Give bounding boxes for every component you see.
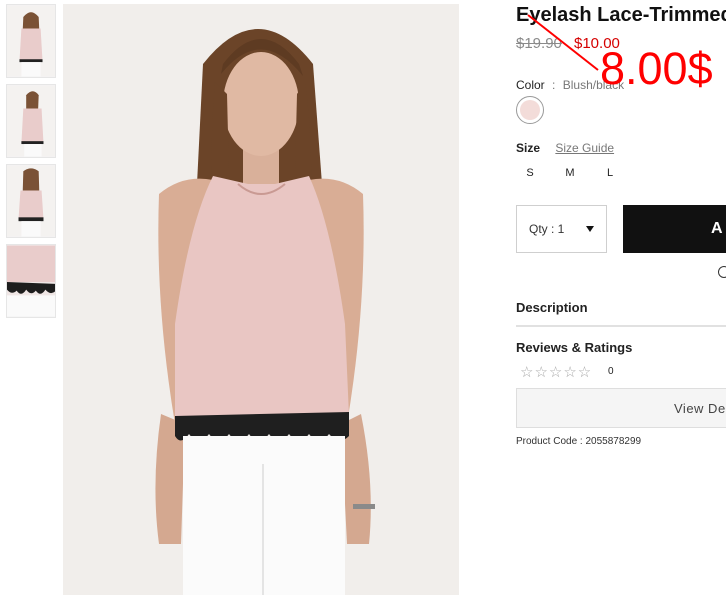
product-info-panel: Eyelash Lace-Trimmed $19.90 $10.00 Color… xyxy=(516,0,726,595)
product-model-photo xyxy=(63,4,459,595)
review-count: 0 xyxy=(608,366,614,377)
description-heading[interactable]: Description xyxy=(516,300,588,315)
product-title: Eyelash Lace-Trimmed xyxy=(516,4,726,26)
product-back-thumbnail[interactable] xyxy=(6,164,56,238)
product-side-thumbnail-image xyxy=(7,85,55,157)
product-lace-detail-thumbnail[interactable] xyxy=(6,244,56,318)
chevron-down-icon xyxy=(586,226,594,232)
quantity-value: Qty : 1 xyxy=(529,222,565,236)
product-front-thumbnail-image xyxy=(7,5,55,77)
product-side-thumbnail[interactable] xyxy=(6,84,56,158)
rating-stars-icon: ☆☆☆☆☆ xyxy=(520,364,593,381)
description-divider xyxy=(516,325,726,327)
size-option-m[interactable]: M xyxy=(556,167,584,179)
size-row: Size Size Guide xyxy=(516,141,614,155)
wishlist-heart-icon[interactable] xyxy=(718,266,726,278)
original-price: $19.90 xyxy=(516,35,562,52)
reviews-heading[interactable]: Reviews & Ratings xyxy=(516,340,632,355)
size-label: Size xyxy=(516,141,541,155)
view-details-label: View De xyxy=(674,401,726,416)
add-to-bag-button[interactable]: A xyxy=(623,205,726,253)
size-guide-link[interactable]: Size Guide xyxy=(555,141,614,155)
color-label: Color xyxy=(516,78,545,92)
size-option-s[interactable]: S xyxy=(516,167,544,179)
product-main-image[interactable] xyxy=(63,4,459,595)
annotation-price: 8.00$ xyxy=(600,43,713,94)
color-separator: : xyxy=(552,78,556,92)
color-swatch-blush[interactable] xyxy=(516,96,544,124)
product-code: Product Code : 2055878299 xyxy=(516,436,642,447)
product-back-thumbnail-image xyxy=(7,165,55,237)
quantity-select[interactable]: Qty : 1 xyxy=(516,205,607,253)
product-front-thumbnail[interactable] xyxy=(6,4,56,78)
add-to-bag-label: A xyxy=(711,220,723,237)
size-option-l[interactable]: L xyxy=(596,167,624,179)
thumbnail-strip xyxy=(6,4,56,324)
swatch-fill xyxy=(520,100,540,120)
product-lace-detail-thumbnail-image xyxy=(7,245,55,317)
view-details-button[interactable]: View De xyxy=(516,388,726,428)
